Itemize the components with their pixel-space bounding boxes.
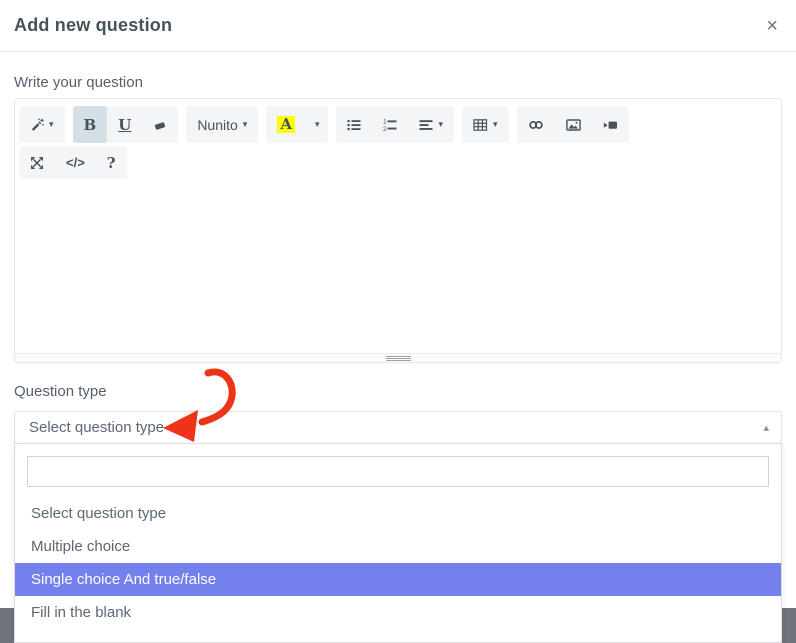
highlight-color-label: A	[277, 116, 295, 133]
chevron-down-icon: ▾	[438, 119, 443, 130]
insert-group	[517, 106, 629, 143]
chevron-down-icon: ▾	[243, 119, 248, 130]
fullscreen-icon	[30, 156, 44, 170]
unordered-list-button[interactable]	[336, 106, 372, 143]
color-group: A ▾	[266, 106, 328, 143]
help-button[interactable]: ?	[96, 146, 127, 179]
svg-text:1: 1	[383, 118, 387, 125]
video-icon	[603, 118, 618, 132]
clear-format-button[interactable]	[142, 106, 178, 143]
write-question-label: Write your question	[14, 75, 782, 90]
modal-body: Write your question	[0, 75, 796, 444]
modal-header: Add new question ×	[0, 0, 796, 52]
editor-statusbar	[15, 353, 781, 362]
toolbar-row-1: ▾ B U	[19, 106, 777, 143]
font-family-label: Nunito	[197, 117, 237, 133]
link-button[interactable]	[517, 106, 555, 143]
toolbar-row-2: </> ?	[19, 146, 777, 179]
chevron-down-icon: ▾	[315, 119, 320, 130]
dropdown-options-list: Select question type Multiple choice Sin…	[15, 497, 781, 629]
question-type-dropdown: Select question type Multiple choice Sin…	[14, 443, 782, 643]
link-icon	[528, 118, 544, 132]
unordered-list-icon	[347, 118, 361, 132]
font-color-button[interactable]: A	[266, 106, 306, 143]
bold-label: B	[84, 116, 97, 134]
eraser-icon	[153, 118, 167, 132]
close-icon[interactable]: ×	[766, 16, 778, 36]
style-group: ▾	[19, 106, 65, 143]
editor-textarea[interactable]	[15, 181, 781, 353]
font-family-dropdown-button[interactable]: Nunito ▾	[186, 106, 258, 143]
editor-toolbar: ▾ B U	[15, 99, 781, 181]
question-type-select[interactable]: Select question type ▴	[14, 411, 782, 444]
paragraph-align-button[interactable]: ▾	[408, 106, 454, 143]
align-left-icon	[419, 118, 433, 132]
underline-button[interactable]: U	[107, 106, 142, 143]
font-family-group: Nunito ▾	[186, 106, 258, 143]
paragraph-group: 1 2	[336, 106, 454, 143]
ordered-list-button[interactable]: 1 2	[372, 106, 408, 143]
underline-label: U	[118, 116, 131, 134]
question-editor: ▾ B U	[14, 98, 782, 363]
option-select-question-type[interactable]: Select question type	[15, 497, 781, 530]
video-button[interactable]	[592, 106, 629, 143]
code-view-button[interactable]: </>	[55, 146, 96, 179]
help-label: ?	[107, 154, 116, 172]
view-group: </> ?	[19, 146, 127, 179]
picture-button[interactable]	[555, 106, 592, 143]
table-button[interactable]: ▾	[462, 106, 509, 143]
resize-grip-icon[interactable]	[386, 356, 411, 361]
magic-wand-icon	[30, 118, 44, 132]
svg-text:2: 2	[383, 126, 387, 132]
code-view-label: </>	[66, 155, 85, 170]
fullscreen-button[interactable]	[19, 146, 55, 179]
table-icon	[473, 118, 488, 132]
bold-button[interactable]: B	[73, 106, 108, 143]
chevron-down-icon: ▾	[49, 119, 54, 130]
page-title: Add new question	[14, 15, 172, 36]
option-multiple-choice[interactable]: Multiple choice	[15, 530, 781, 563]
dropdown-search-input[interactable]	[27, 456, 769, 487]
page: { "modal": { "title": "Add new question"…	[0, 0, 796, 626]
option-fill-in-the-blank[interactable]: Fill in the blank	[15, 596, 781, 629]
option-single-choice-true-false[interactable]: Single choice And true/false	[15, 563, 781, 596]
question-type-select-value: Select question type	[29, 419, 164, 436]
picture-icon	[566, 118, 581, 132]
table-group: ▾	[462, 106, 509, 143]
chevron-down-icon: ▾	[493, 119, 498, 130]
chevron-up-icon: ▴	[763, 421, 769, 434]
style-dropdown-button[interactable]: ▾	[19, 106, 65, 143]
font-style-group: B U	[73, 106, 179, 143]
ordered-list-icon: 1 2	[383, 118, 397, 132]
question-type-label: Question type	[14, 384, 782, 399]
color-dropdown-button[interactable]: ▾	[306, 106, 329, 143]
